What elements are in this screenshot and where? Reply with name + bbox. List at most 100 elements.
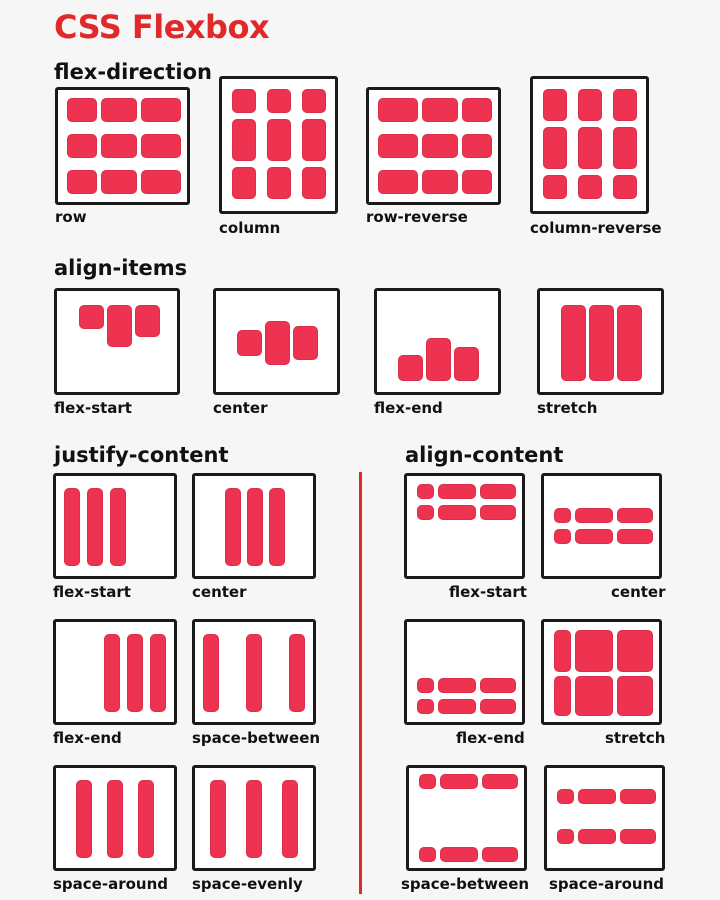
flex-item xyxy=(613,175,637,199)
flex-item xyxy=(419,847,436,862)
align-content-stretch-diagram xyxy=(541,619,662,725)
flex-item xyxy=(101,170,137,194)
justify-content-flex-end-diagram xyxy=(53,619,177,725)
flex-item xyxy=(561,305,586,381)
flex-item xyxy=(267,119,291,161)
flex-item xyxy=(267,167,291,199)
caption-row: row xyxy=(55,208,87,226)
flex-item xyxy=(617,305,642,381)
flex-item xyxy=(232,167,256,199)
flex-item xyxy=(110,488,126,566)
align-content-space-between-diagram xyxy=(406,765,527,871)
flex-item xyxy=(482,847,518,862)
caption-align-content-flex-start: flex-start xyxy=(449,583,527,601)
flex-item xyxy=(302,119,326,161)
flex-item xyxy=(79,305,104,329)
flex-item xyxy=(543,127,567,169)
flex-item xyxy=(438,678,476,693)
flex-item xyxy=(138,780,154,858)
flex-item xyxy=(440,774,478,789)
flex-item xyxy=(135,305,160,337)
flex-item xyxy=(554,676,571,716)
flex-item xyxy=(127,634,143,712)
flex-item xyxy=(462,98,492,122)
justify-content-space-evenly-diagram xyxy=(192,765,316,871)
flex-item xyxy=(150,634,166,712)
flex-item xyxy=(575,508,613,523)
flex-item xyxy=(613,127,637,169)
caption-justify-flex-start: flex-start xyxy=(53,583,131,601)
caption-align-content-space-between: space-between xyxy=(401,875,530,893)
justify-content-heading: justify-content xyxy=(54,443,229,467)
flex-item xyxy=(617,508,653,523)
flex-item xyxy=(462,170,492,194)
flex-item xyxy=(578,175,602,199)
flex-item xyxy=(76,780,92,858)
flex-item xyxy=(378,170,418,194)
flex-item xyxy=(210,780,226,858)
flex-item xyxy=(575,529,613,544)
justify-content-space-between-diagram xyxy=(192,619,316,725)
flex-item xyxy=(107,780,123,858)
flex-direction-heading: flex-direction xyxy=(54,60,212,84)
flex-item xyxy=(613,89,637,121)
flex-item xyxy=(419,774,436,789)
caption-justify-space-evenly: space-evenly xyxy=(192,875,303,893)
flex-item xyxy=(557,829,574,844)
flex-item xyxy=(543,175,567,199)
align-content-flex-start-diagram xyxy=(404,473,525,579)
flex-item xyxy=(620,829,656,844)
align-items-center-diagram xyxy=(213,288,340,395)
flex-item xyxy=(480,484,516,499)
flex-item xyxy=(422,98,458,122)
flex-item xyxy=(480,505,516,520)
flex-item xyxy=(282,780,298,858)
flex-item xyxy=(104,634,120,712)
flex-item xyxy=(246,634,262,712)
flex-item xyxy=(417,699,434,714)
flex-item xyxy=(232,119,256,161)
caption-align-items-stretch: stretch xyxy=(537,399,598,417)
caption-column: column xyxy=(219,219,281,237)
flex-item xyxy=(575,630,613,672)
flex-item xyxy=(543,89,567,121)
flex-item xyxy=(67,134,97,158)
flex-item xyxy=(557,789,574,804)
justify-content-center-diagram xyxy=(192,473,316,579)
align-items-stretch-diagram xyxy=(537,288,664,395)
flex-item xyxy=(247,488,263,566)
align-items-heading: align-items xyxy=(54,256,188,280)
flex-item xyxy=(141,98,181,122)
flex-item xyxy=(225,488,241,566)
caption-justify-space-between: space-between xyxy=(192,729,321,747)
flex-item xyxy=(440,847,478,862)
flex-item xyxy=(203,634,219,712)
flex-item xyxy=(438,505,476,520)
caption-align-content-flex-end: flex-end xyxy=(456,729,525,747)
flex-item xyxy=(269,488,285,566)
justify-content-flex-start-diagram xyxy=(53,473,177,579)
align-content-flex-end-diagram xyxy=(404,619,525,725)
flex-item xyxy=(378,134,418,158)
align-items-flex-end-diagram xyxy=(374,288,501,395)
flex-item xyxy=(267,89,291,113)
flex-item xyxy=(554,529,571,544)
flex-item xyxy=(417,505,434,520)
flex-item xyxy=(302,167,326,199)
flex-item xyxy=(482,774,518,789)
flex-direction-row-diagram xyxy=(55,87,190,205)
page-title: CSS Flexbox xyxy=(54,8,270,46)
flex-item xyxy=(578,127,602,169)
align-content-center-diagram xyxy=(541,473,662,579)
flex-item xyxy=(480,699,516,714)
flex-item xyxy=(237,330,262,356)
flex-item xyxy=(480,678,516,693)
caption-row-reverse: row-reverse xyxy=(366,208,468,226)
align-items-flex-start-diagram xyxy=(54,288,180,395)
flex-item xyxy=(554,508,571,523)
caption-justify-space-around: space-around xyxy=(53,875,168,893)
flex-item xyxy=(578,89,602,121)
flex-item xyxy=(107,305,132,347)
flex-item xyxy=(378,98,418,122)
flex-item xyxy=(417,678,434,693)
